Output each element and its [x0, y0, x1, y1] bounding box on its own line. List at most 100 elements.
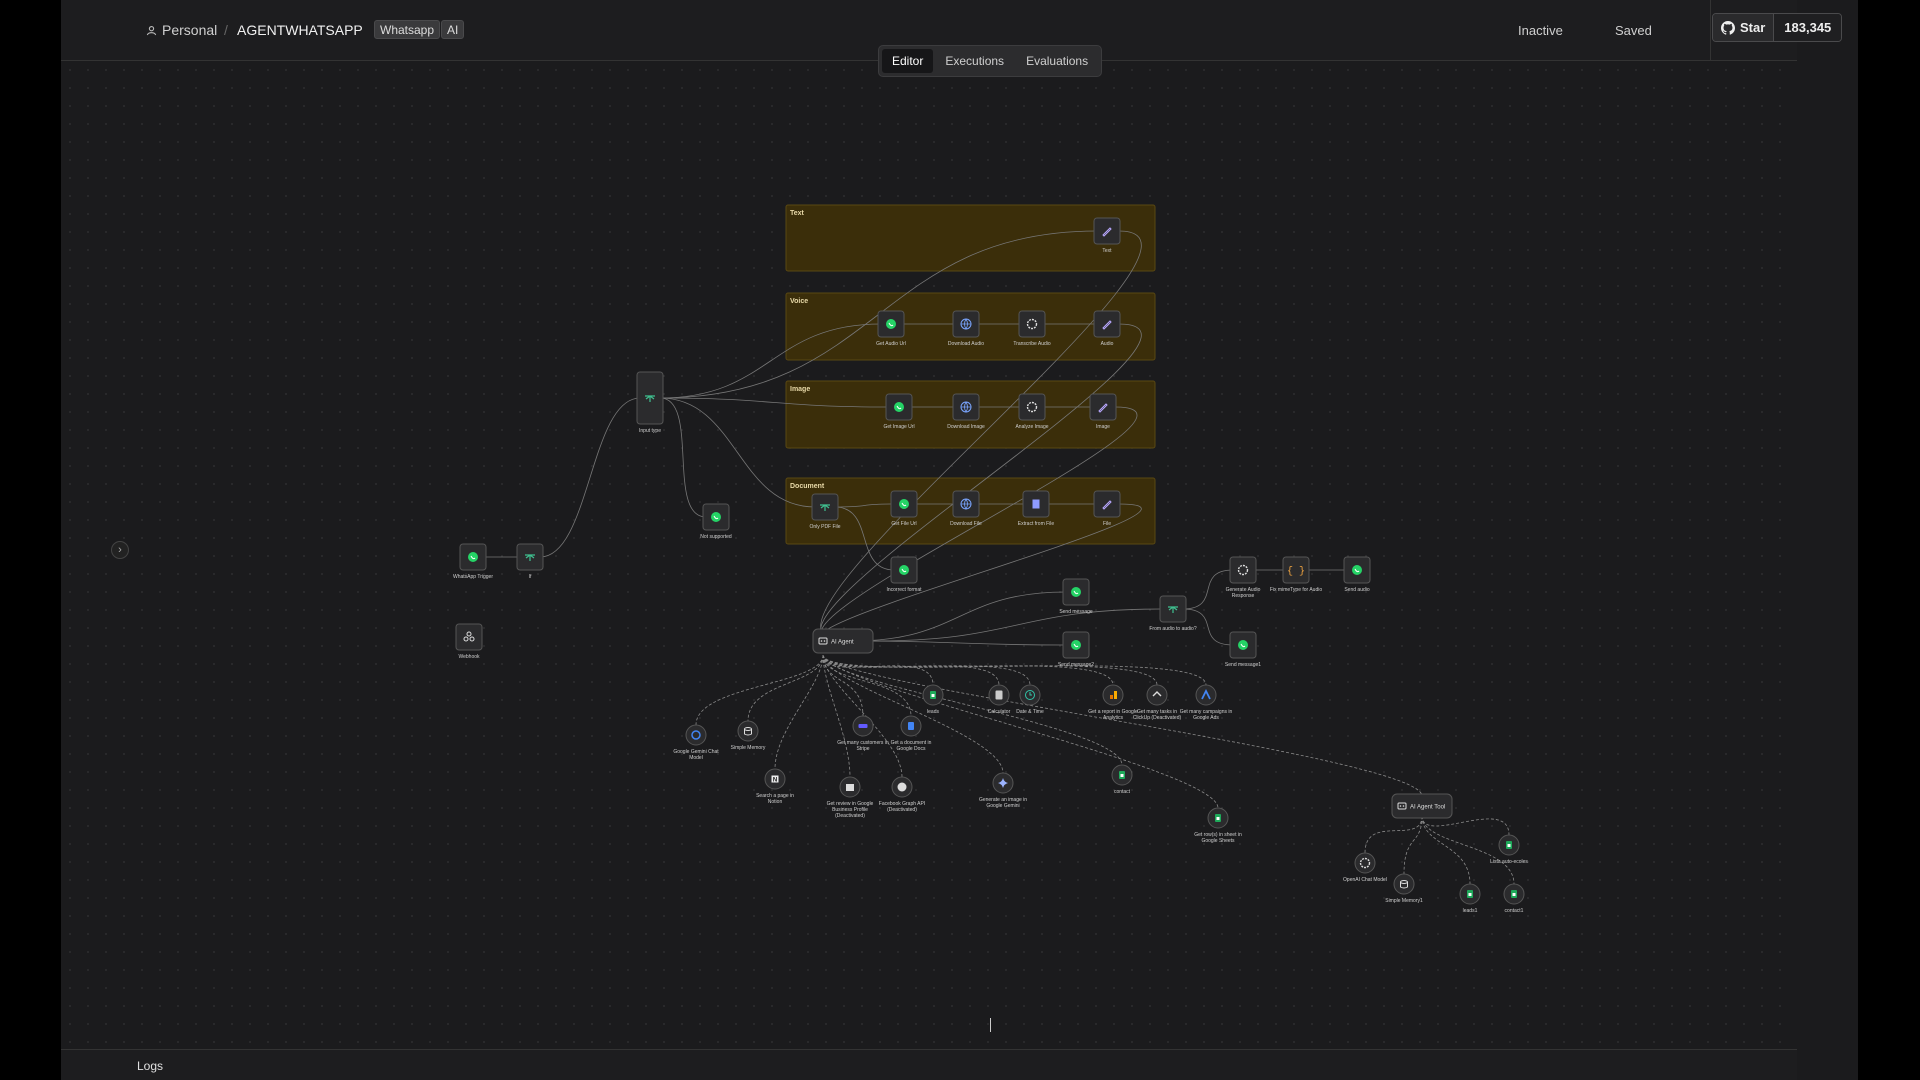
node-body[interactable]	[1018, 393, 1046, 421]
tab-evaluations[interactable]: Evaluations	[1016, 49, 1098, 73]
node-leads[interactable]: leads	[922, 684, 944, 715]
connection-line[interactable]	[774, 654, 824, 770]
node-gemini[interactable]: Google Gemini ChatModel	[673, 724, 719, 761]
text-cursor	[990, 1018, 991, 1032]
node-incorrect[interactable]: Incorrect format	[886, 556, 922, 593]
logs-panel[interactable]: Logs	[61, 1049, 1797, 1080]
node-calculator[interactable]: Calculator	[988, 684, 1011, 715]
node-download-image[interactable]: Download Image	[947, 393, 985, 430]
node-transcribe[interactable]: Transcribe Audio	[1013, 310, 1051, 347]
node-contact[interactable]: contact	[1111, 764, 1133, 795]
node-get-file-url[interactable]: Get File Url	[890, 490, 918, 527]
node-openai-model[interactable]: OpenAI Chat Model	[1343, 852, 1387, 883]
node-clickup[interactable]: Get many tasks inClickUp (Deactivated)	[1133, 684, 1182, 721]
code-icon: { }	[1287, 566, 1305, 578]
node-download-file[interactable]: Download File	[950, 490, 982, 527]
node-label: AI Agent Tool	[1410, 805, 1445, 811]
node-if[interactable]: If	[516, 543, 544, 580]
connection-line[interactable]	[659, 397, 707, 518]
node-leads1[interactable]: leads1	[1459, 883, 1481, 914]
node-body[interactable]	[685, 724, 707, 746]
node-analytics[interactable]: Get a report in GoogleAnalytics	[1088, 684, 1138, 721]
node-gbp[interactable]: Get review in GoogleBusiness Profile(Dea…	[827, 776, 874, 819]
node-stripe[interactable]: Get many customers inStripe	[837, 715, 889, 752]
node-label: contact1	[1505, 908, 1524, 914]
node-gads[interactable]: Get many campaigns inGoogle Ads	[1180, 684, 1233, 721]
connection-line[interactable]	[822, 654, 1219, 809]
workflow-graph[interactable]: Text Voice Image Document WhatsApp Trigger If…	[61, 61, 1797, 1049]
activation-status[interactable]: Inactive	[1518, 23, 1563, 38]
node-fb[interactable]: Facebook Graph API(Deactivated)	[879, 776, 925, 813]
connection-line[interactable]	[1403, 815, 1423, 875]
github-star-button[interactable]: Star	[1713, 14, 1775, 41]
node-memory1[interactable]: Simple Memory1	[1385, 873, 1423, 904]
node-only-pdf[interactable]: Only PDF File	[809, 493, 841, 530]
workflow-canvas[interactable]: Text Voice Image Document WhatsApp Trigger If…	[61, 61, 1797, 1049]
node-extract[interactable]: Extract from File	[1018, 490, 1055, 527]
connection-line[interactable]	[539, 397, 641, 558]
node-body[interactable]	[1354, 852, 1376, 874]
node-memory[interactable]: Simple Memory	[731, 720, 766, 751]
connection-line[interactable]	[822, 654, 1031, 686]
tab-executions[interactable]: Executions	[935, 49, 1014, 73]
node-send-message[interactable]: Send message	[1059, 578, 1093, 615]
connection-line[interactable]	[822, 654, 1114, 686]
node-gdocs[interactable]: Get a document inGoogle Docs	[891, 715, 932, 752]
node-lista[interactable]: Lista auto-ecoles	[1490, 834, 1528, 865]
node-label: Get Audio Url	[876, 341, 906, 347]
node-send-message2[interactable]: Send message2	[1058, 631, 1094, 668]
node-gen-image[interactable]: Generate an image inGoogle Gemini	[979, 772, 1027, 809]
node-gen-audio[interactable]: Generate AudioResponse	[1226, 556, 1261, 599]
node-datetime[interactable]: Date & Time	[1016, 684, 1044, 715]
node-notion[interactable]: NSearch a page inNotion	[756, 768, 794, 805]
connection-line[interactable]	[872, 608, 1162, 642]
breadcrumb-personal[interactable]: Personal	[146, 22, 217, 38]
node-body[interactable]	[1229, 556, 1257, 584]
tab-editor[interactable]: Editor	[882, 49, 934, 73]
docs-icon	[908, 722, 914, 730]
node-label: leads1	[1463, 908, 1478, 914]
node-body[interactable]	[1018, 310, 1046, 338]
node-from-audio[interactable]: From audio to audio?	[1149, 595, 1197, 632]
connection-line[interactable]	[1421, 815, 1510, 836]
connection-line[interactable]	[747, 654, 824, 722]
node-body[interactable]	[1195, 684, 1217, 706]
tag-ai[interactable]: AI	[441, 20, 465, 39]
node-download-audio[interactable]: Download Audio	[948, 310, 984, 347]
node-ai-agent[interactable]: AI Agent	[812, 628, 874, 654]
sticky-note-title: Voice	[790, 298, 808, 305]
node-get-audio-url[interactable]: Get Audio Url	[876, 310, 906, 347]
node-send-audio[interactable]: Send audio	[1343, 556, 1371, 593]
connection-line[interactable]	[695, 654, 824, 726]
connection-line[interactable]	[822, 654, 934, 686]
node-fix-mime[interactable]: { } Fix mimeType for Audio	[1270, 556, 1322, 593]
node-analyze-image[interactable]: Analyze Image	[1015, 393, 1049, 430]
github-star-widget[interactable]: Star 183,345	[1712, 13, 1843, 42]
logs-label[interactable]: Logs	[137, 1059, 163, 1073]
node-not-supported[interactable]: Not supported	[700, 503, 732, 540]
sidebar-expand-button[interactable]: ›	[111, 541, 129, 559]
connection-line[interactable]	[822, 654, 1207, 686]
connection-line[interactable]	[822, 654, 1000, 686]
connection-line[interactable]	[822, 654, 1004, 774]
node-get-image-url[interactable]: Get Image Url	[883, 393, 915, 430]
connection-line[interactable]	[852, 591, 1067, 642]
node-webhook[interactable]: Webhook	[455, 623, 483, 660]
node-label: (Deactivated)	[835, 813, 865, 819]
node-body[interactable]	[1146, 684, 1168, 706]
gbp-icon	[846, 784, 854, 791]
connection-line[interactable]	[1364, 815, 1423, 854]
node-label: leads	[927, 709, 939, 715]
node-sheet-row[interactable]: Get row(s) in sheet inGoogle Sheets	[1194, 807, 1242, 844]
node-input-type[interactable]: Input type	[636, 371, 664, 434]
node-agent-tool[interactable]: AI Agent Tool	[1391, 793, 1453, 819]
node-contact1[interactable]: contact1	[1503, 883, 1525, 914]
node-wa-trigger[interactable]: WhatsApp Trigger	[453, 543, 493, 580]
connection-line[interactable]	[852, 640, 1067, 646]
workflow-name[interactable]: AGENTWHATSAPP	[237, 22, 363, 38]
tag-whatsapp[interactable]: Whatsapp	[374, 20, 441, 39]
node-send-message1[interactable]: Send message1	[1225, 631, 1261, 668]
connection-line[interactable]	[822, 654, 851, 778]
connection-line[interactable]	[1421, 815, 1471, 885]
node-body[interactable]	[455, 623, 483, 651]
